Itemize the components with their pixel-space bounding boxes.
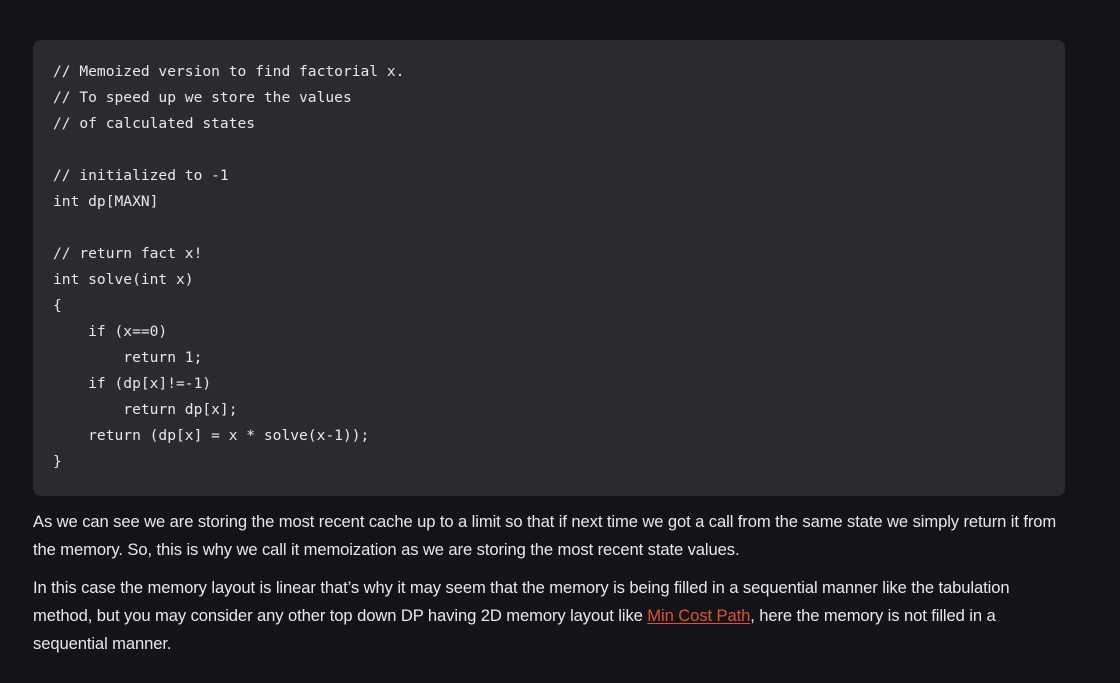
code-line: // of calculated states <box>53 115 256 132</box>
code-line: if (x==0) <box>53 323 168 340</box>
code-line: return (dp[x] = x * solve(x-1)); <box>53 427 370 444</box>
code-line: // To speed up we store the values <box>53 89 352 106</box>
code-line: int solve(int x) <box>53 271 194 288</box>
code-line: } <box>53 453 62 470</box>
code-line: // return fact x! <box>53 245 203 262</box>
paragraph-memory-layout: In this case the memory layout is linear… <box>33 574 1073 658</box>
code-line: int dp[MAXN] <box>53 193 159 210</box>
code-line: // Memoized version to find factorial x. <box>53 63 405 80</box>
article-page: // Memoized version to find factorial x.… <box>0 0 1120 683</box>
code-block: // Memoized version to find factorial x.… <box>33 40 1065 496</box>
code-line: { <box>53 297 62 314</box>
code-line: return dp[x]; <box>53 401 238 418</box>
paragraph-memoization-explanation: As we can see we are storing the most re… <box>33 512 1057 559</box>
min-cost-path-link[interactable]: Min Cost Path <box>647 606 750 625</box>
code-line: return 1; <box>53 349 203 366</box>
code-line: // initialized to -1 <box>53 167 229 184</box>
code-line: if (dp[x]!=-1) <box>53 375 212 392</box>
